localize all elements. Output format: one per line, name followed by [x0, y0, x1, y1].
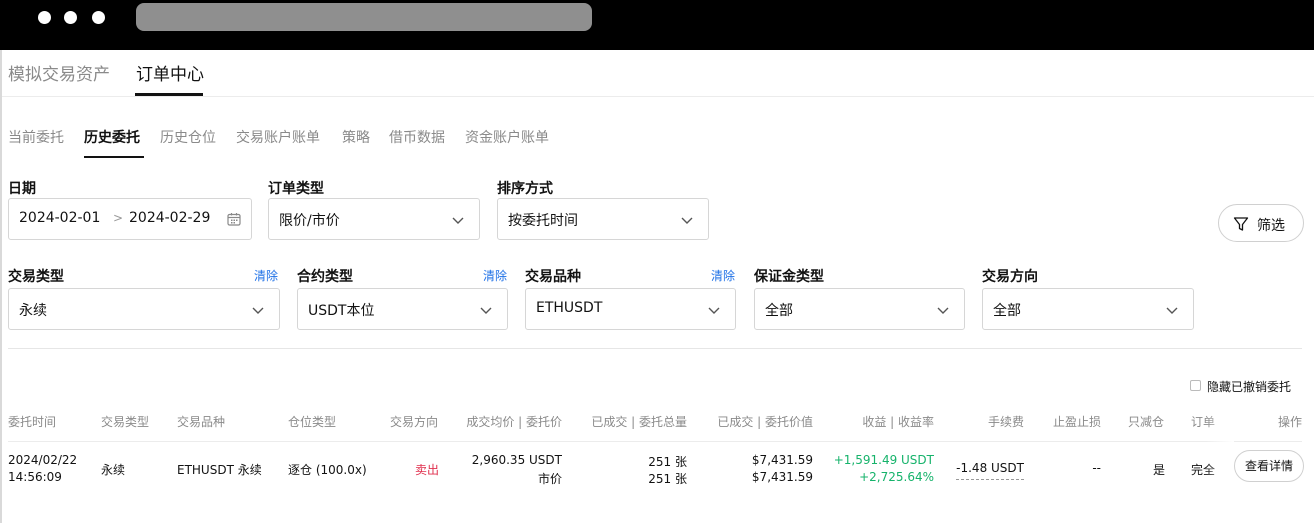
window-minimize-dot[interactable] [64, 11, 77, 24]
hide-cancelled-label[interactable]: 隐藏已撤销委托 [1207, 378, 1291, 395]
filter-icon [1233, 217, 1249, 231]
contract-type-clear-link[interactable]: 清除 [483, 267, 507, 284]
col-direction: 交易方向 [390, 415, 439, 429]
row-total: 251 张 [648, 472, 687, 486]
sort-value: 按委托时间 [508, 213, 578, 229]
order-type-value: 限价/市价 [279, 213, 340, 229]
window-maximize-dot[interactable] [92, 11, 105, 24]
subtab-open-orders[interactable]: 当前委托 [8, 127, 64, 147]
subtab-strategy[interactable]: 策略 [342, 127, 370, 147]
view-details-button[interactable]: 查看详情 [1234, 450, 1304, 482]
col-tpsl: 止盈止损 [1052, 415, 1101, 429]
instrument-label: 交易品种 [525, 269, 581, 285]
contract-type-value: USDT本位 [308, 303, 375, 319]
tab-order-center[interactable]: 订单中心 [136, 60, 204, 85]
margin-type-label: 保证金类型 [754, 269, 824, 285]
row-reduce-only: 是 [1153, 463, 1166, 477]
order-type-label: 订单类型 [268, 181, 324, 197]
col-price: 成交均价 | 委托价 [466, 415, 562, 429]
main-tabs-divider [2, 96, 1314, 97]
filter-button[interactable]: 筛选 [1218, 204, 1304, 242]
col-trade-type: 交易类型 [101, 415, 150, 429]
chevron-down-icon [1166, 307, 1178, 314]
row-position-type: 逐仓 (100.0x) [288, 463, 367, 477]
sort-label: 排序方式 [497, 181, 553, 197]
row-tpsl: -- [1092, 461, 1101, 475]
direction-label: 交易方向 [982, 269, 1038, 285]
col-position-type: 仓位类型 [288, 415, 337, 429]
row-date: 2024/02/22 [8, 453, 78, 467]
trade-type-select[interactable]: 永续 [8, 288, 280, 330]
chevron-down-icon [480, 307, 492, 314]
col-reduce-only: 只减仓 [1128, 415, 1165, 429]
contract-type-select[interactable]: USDT本位 [297, 288, 508, 330]
chevron-down-icon [708, 307, 720, 314]
margin-type-value: 全部 [765, 303, 793, 319]
date-range-picker[interactable]: 2024-02-01 > 2024-02-29 [8, 198, 252, 240]
subtab-funding-bills[interactable]: 资金账户账单 [465, 127, 549, 147]
contract-type-label: 合约类型 [297, 269, 353, 285]
filter-button-label: 筛选 [1257, 218, 1285, 234]
instrument-value: ETHUSDT [536, 300, 603, 316]
sort-select[interactable]: 按委托时间 [497, 198, 709, 240]
instrument-select[interactable]: ETHUSDT [525, 288, 736, 330]
active-subtab-indicator [84, 156, 144, 158]
col-action: 操作 [1277, 415, 1302, 429]
col-time: 委托时间 [8, 415, 57, 429]
hide-cancelled-checkbox[interactable] [1190, 380, 1201, 391]
row-direction: 卖出 [415, 463, 440, 477]
order-center-page: 模拟交易资产 订单中心 当前委托 历史委托 历史仓位 交易账户账单 策略 借币数… [0, 50, 1314, 523]
subtab-position-history[interactable]: 历史仓位 [160, 127, 216, 147]
row-fee[interactable]: -1.48 USDT [956, 461, 1024, 480]
trade-type-clear-link[interactable]: 清除 [254, 267, 278, 284]
trade-type-label: 交易类型 [8, 269, 64, 285]
date-label: 日期 [8, 181, 36, 197]
trade-type-value: 永续 [19, 303, 47, 319]
direction-value: 全部 [993, 303, 1021, 319]
col-fee: 手续费 [987, 415, 1024, 429]
row-pnl-rate: +2,725.64% [859, 470, 934, 484]
tab-demo-assets[interactable]: 模拟交易资产 [8, 60, 110, 85]
table-header-divider [8, 441, 1302, 442]
row-order-price: 市价 [537, 472, 562, 486]
row-instrument[interactable]: ETHUSDT 永续 [177, 461, 262, 478]
address-bar[interactable] [136, 3, 592, 31]
row-pnl: +1,591.49 USDT [833, 453, 934, 467]
scroll-fade [1206, 410, 1234, 500]
subtab-borrow-data[interactable]: 借币数据 [389, 127, 445, 147]
window-titlebar [0, 0, 1314, 50]
filters-divider [8, 348, 1302, 349]
chevron-down-icon [681, 217, 693, 224]
chevron-down-icon [252, 307, 264, 314]
date-end[interactable]: 2024-02-29 [129, 210, 210, 226]
row-filled-value: $7,431.59 [751, 453, 813, 467]
col-pnl: 收益 | 收益率 [862, 415, 934, 429]
row-avg-price: 2,960.35 USDT [471, 453, 562, 467]
direction-select[interactable]: 全部 [982, 288, 1194, 330]
chevron-down-icon [452, 217, 464, 224]
subtab-order-history[interactable]: 历史委托 [84, 127, 140, 147]
col-instrument: 交易品种 [177, 415, 226, 429]
row-filled: 251 张 [648, 455, 687, 469]
col-amount: 已成交 | 委托总量 [591, 415, 687, 429]
row-time: 14:56:09 [8, 470, 62, 484]
date-start[interactable]: 2024-02-01 [19, 210, 100, 226]
calendar-icon[interactable] [227, 212, 241, 226]
instrument-clear-link[interactable]: 清除 [711, 267, 735, 284]
order-type-select[interactable]: 限价/市价 [268, 198, 480, 240]
date-separator: > [113, 211, 124, 225]
window-close-dot[interactable] [38, 11, 51, 24]
row-trade-type: 永续 [101, 463, 126, 477]
col-value: 已成交 | 委托价值 [717, 415, 813, 429]
row-order-value: $7,431.59 [751, 470, 813, 484]
chevron-down-icon [937, 307, 949, 314]
margin-type-select[interactable]: 全部 [754, 288, 965, 330]
subtab-trading-bills[interactable]: 交易账户账单 [236, 127, 320, 147]
